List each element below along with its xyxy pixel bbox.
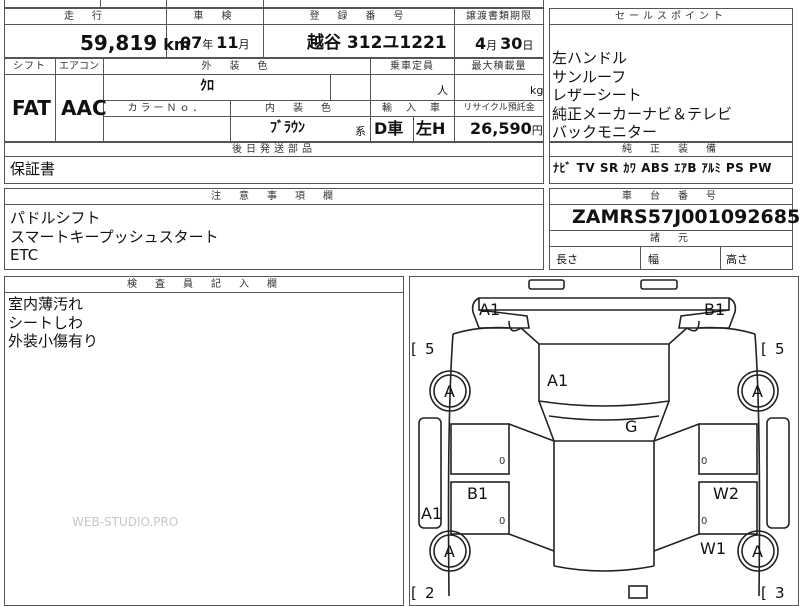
inspector-note: シートしわ	[8, 313, 84, 332]
later-parts-value: 保証書	[10, 160, 56, 178]
sales-point-item: レザーシート	[552, 86, 642, 104]
tread-bracket: [	[761, 584, 767, 600]
tread-depth-rl: 2	[425, 584, 435, 600]
tread-bracket: [	[411, 584, 417, 600]
inspector-note: 室内薄汚れ	[8, 295, 84, 313]
door-mark: 0	[499, 456, 505, 467]
damage-mark: B1	[704, 300, 725, 319]
transfer-header: 譲渡書類期限	[466, 11, 532, 22]
later-parts-header: 後日発送部品	[232, 144, 316, 155]
exterior-color-header: 外 装 色	[201, 61, 272, 72]
interior-color-header: 内 装 色	[265, 103, 335, 114]
note-item: ETC	[10, 246, 39, 264]
aircon-value: AAC	[61, 96, 107, 120]
sales-point-header: セールスポイント	[615, 11, 727, 22]
notes-header: 注 意 事 項 欄	[211, 191, 337, 202]
tread-depth-fl: 5	[425, 340, 435, 358]
damage-mark: G	[625, 417, 637, 436]
genuine-equipment-value: ﾅﾋﾞ TV SR ｶﾜ ABS ｴｱB ｱﾙﾐ PS PW	[553, 161, 772, 175]
chassis-number: ZAMRS57J001092685	[572, 206, 800, 228]
door-mark: 0	[701, 456, 707, 467]
import-handle: 左H	[416, 119, 446, 138]
max-load-unit: kg	[530, 84, 544, 97]
door-mark: 0	[701, 516, 707, 527]
tire-mark: A	[444, 542, 455, 561]
registration-header: 登 録 番 号	[309, 11, 408, 22]
interior-color-value: ﾌﾞﾗｳﾝ	[270, 120, 305, 136]
sales-point-list: 左ハンドル サンルーフ レザーシート 純正メーカーナビ＆テレビ バックモニター	[552, 49, 732, 142]
shift-header: シフト	[13, 61, 46, 72]
door-mark: 0	[499, 516, 505, 527]
inspector-notes: 室内薄汚れ シートしわ 外装小傷有り	[8, 295, 98, 351]
sales-point-item: 純正メーカーナビ＆テレビ	[552, 104, 733, 123]
mileage-value: 59,819 km	[80, 31, 191, 55]
dimensions-header: 諸 元	[650, 233, 692, 244]
damage-mark: W2	[713, 484, 739, 503]
chassis-header: 車 台 番 号	[622, 191, 720, 202]
tire-mark: A	[752, 542, 763, 561]
sales-point-item: サンルーフ	[552, 67, 627, 86]
mileage-header: 走 行	[64, 11, 106, 22]
damage-mark: B1	[467, 484, 488, 503]
tread-depth-fr: 5	[775, 340, 785, 358]
tread-depth-rr: 3	[775, 584, 785, 600]
color-no-header: カラーＮｏ．	[127, 103, 206, 114]
tread-bracket: [	[761, 340, 767, 358]
tire-mark: A	[444, 382, 455, 401]
damage-mark: A1	[479, 300, 500, 319]
top-cut-row	[4, 0, 544, 8]
genuine-equipment-header: 純 正 装 備	[622, 144, 720, 155]
aircon-header: エアコン	[59, 61, 99, 72]
import-drive: D車	[374, 119, 404, 138]
plate-number: 越谷 312ユ1221	[307, 33, 447, 53]
dimension-height: 高さ	[726, 253, 748, 266]
interior-suffix: 系	[355, 125, 366, 138]
note-item: パドルシフト	[10, 209, 101, 227]
sales-point-item: バックモニター	[552, 123, 658, 141]
inspector-header: 検 査 員 記 入 欄	[127, 279, 281, 290]
watermark: WEB-STUDIO.PRO	[72, 515, 179, 529]
exterior-color-value: ｸﾛ	[200, 78, 214, 94]
damage-mark: A1	[421, 504, 442, 523]
notes-list: パドルシフト スマートキープッシュスタート ETC	[10, 209, 219, 265]
inspection-value: 07年 11月	[180, 33, 250, 52]
import-header: 輸 入 車	[382, 103, 442, 114]
transfer-date: 4月 30日	[475, 34, 534, 53]
note-item: スマートキープッシュスタート	[10, 227, 219, 246]
inspection-header: 車 検	[193, 11, 236, 22]
damage-mark: W1	[700, 539, 726, 558]
sales-point-item: 左ハンドル	[552, 49, 628, 67]
dimension-width: 幅	[648, 253, 659, 266]
capacity-header: 乗車定員	[390, 61, 434, 72]
dimension-length: 長さ	[556, 253, 578, 266]
capacity-unit: 人	[437, 84, 448, 97]
car-diagram: A1 B1 A1 G B1 W2 W1 A1 A A A A [ 5 [ 5 […	[411, 279, 790, 600]
tread-bracket: [	[411, 340, 417, 358]
tire-mark: A	[752, 382, 763, 401]
damage-mark: A1	[547, 371, 568, 390]
shift-value: FAT	[12, 96, 51, 120]
recycle-header: リサイクル預託金	[463, 103, 535, 113]
max-load-header: 最大積載量	[471, 61, 527, 72]
inspector-note: 外装小傷有り	[8, 332, 99, 350]
recycle-value: 26,590円	[470, 119, 543, 138]
